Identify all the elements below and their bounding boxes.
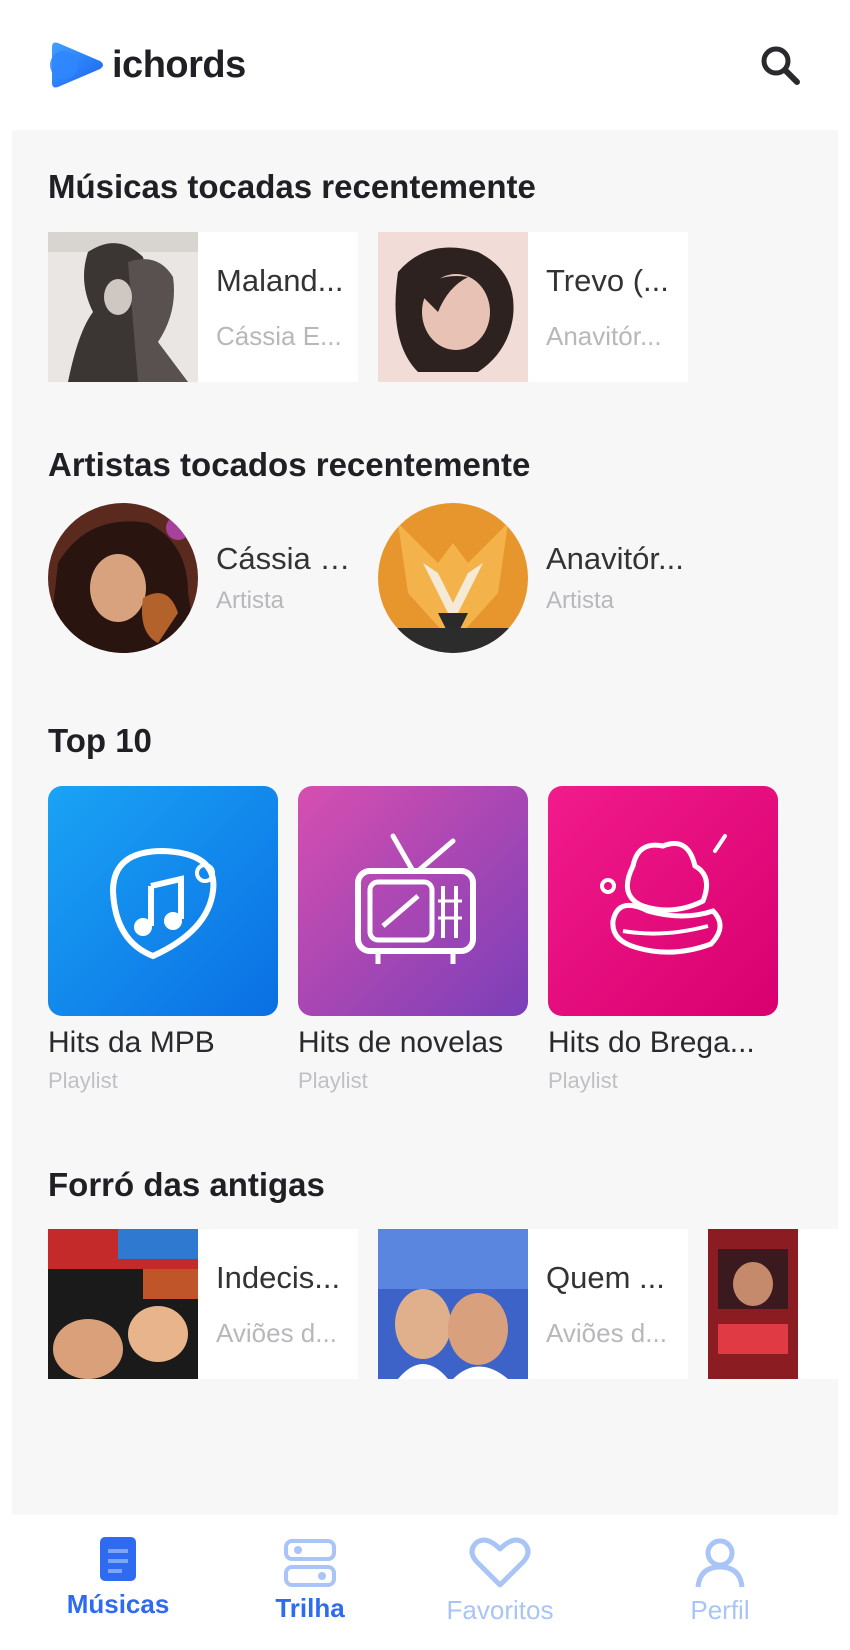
song-artist: Aviões d...	[216, 1317, 337, 1348]
artist-type: Artista	[546, 587, 615, 614]
section-title-forro: Forró das antigas	[48, 1166, 325, 1203]
nav-tab-musicas[interactable]: Músicas	[58, 1535, 178, 1620]
artist-avatar	[48, 503, 198, 653]
nav-label: Perfil	[690, 1595, 750, 1625]
song-artist: Aviões d...	[546, 1317, 667, 1348]
playlist-type: Playlist	[548, 1068, 618, 1093]
user-icon	[695, 1538, 745, 1588]
home-content[interactable]: Músicas tocadas recentemente Maland... C…	[12, 130, 838, 1515]
playlist-label: Hits da MPB	[48, 1026, 215, 1059]
artist-name: Anavitór...	[546, 541, 684, 576]
brand[interactable]: ichords	[46, 39, 246, 91]
bottom-navigation: Músicas Trilha Favoritos Perfil	[0, 1515, 850, 1650]
album-cover	[48, 1229, 198, 1379]
song-title: Maland...	[216, 262, 344, 298]
song-artist: Anavitór...	[546, 320, 662, 351]
song-title: Quem ...	[546, 1259, 665, 1295]
album-cover	[378, 1229, 528, 1379]
guitar-pick-music-icon	[109, 847, 217, 960]
search-button[interactable]	[750, 35, 810, 95]
song-card-partial[interactable]	[708, 1229, 838, 1379]
song-title: Trevo (...	[546, 262, 669, 298]
nav-tab-favoritos[interactable]: Favoritos	[430, 1535, 570, 1626]
music-file-icon	[100, 1537, 136, 1581]
artist-item[interactable]: Cássia E... Artista	[48, 503, 358, 653]
song-card[interactable]: Maland... Cássia E...	[48, 232, 358, 382]
section-title-recent-songs: Músicas tocadas recentemente	[48, 168, 536, 205]
search-icon	[761, 46, 800, 85]
song-title: Indecis...	[216, 1259, 341, 1295]
heart-lips-icon	[600, 834, 727, 955]
nav-tab-perfil[interactable]: Perfil	[670, 1535, 770, 1626]
nav-label: Favoritos	[446, 1595, 554, 1625]
artist-name: Cássia E...	[216, 541, 358, 576]
song-card[interactable]: Trevo (... Anavitór...	[378, 232, 688, 382]
playlist-type: Playlist	[298, 1068, 368, 1093]
nav-tab-trilha[interactable]: Trilha	[260, 1535, 360, 1624]
app-header: ichords	[0, 0, 850, 130]
tv-icon	[355, 833, 476, 964]
playlist-tile-novelas[interactable]	[298, 786, 528, 1016]
artist-item[interactable]: Anavitór... Artista	[378, 503, 688, 653]
playlist-tile-brega[interactable]	[548, 786, 778, 1016]
heart-icon	[469, 1537, 531, 1588]
ichords-logo-icon	[46, 39, 106, 91]
album-cover	[48, 232, 198, 382]
playlist-label: Hits do Brega...	[548, 1026, 755, 1059]
song-card[interactable]: Quem ... Aviões d...	[378, 1229, 688, 1379]
trail-icon	[284, 1539, 336, 1587]
section-title-top10: Top 10	[48, 722, 152, 759]
nav-label: Músicas	[66, 1589, 170, 1619]
artist-avatar	[378, 503, 528, 653]
album-cover	[708, 1229, 798, 1379]
playlist-label: Hits de novelas	[298, 1026, 504, 1059]
section-title-recent-artists: Artistas tocados recentemente	[48, 446, 531, 483]
playlist-tile-mpb[interactable]	[48, 786, 278, 1016]
artist-type: Artista	[216, 587, 285, 614]
playlist-type: Playlist	[48, 1068, 118, 1093]
song-artist: Cássia E...	[216, 320, 342, 351]
album-cover	[378, 232, 528, 382]
app-name: ichords	[112, 43, 246, 86]
nav-label: Trilha	[275, 1593, 345, 1623]
song-card[interactable]: Indecis... Aviões d...	[48, 1229, 358, 1379]
